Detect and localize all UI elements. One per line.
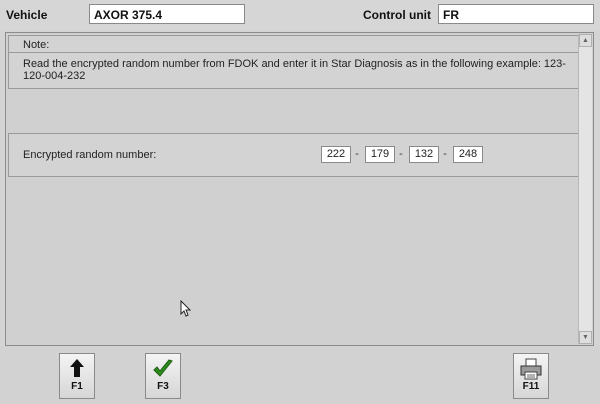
control-unit-label: Control unit <box>363 8 431 22</box>
f11-button[interactable]: F11 <box>513 353 549 399</box>
header-bar: Vehicle AXOR 375.4 Control unit FR <box>0 0 600 30</box>
f11-label: F11 <box>522 381 540 392</box>
encrypted-number-box: Encrypted random number: 222 - 179 - 132… <box>8 133 579 177</box>
vertical-scrollbar[interactable]: ▲ ▼ <box>578 34 592 344</box>
encrypted-number-label: Encrypted random number: <box>23 149 157 161</box>
function-key-toolbar: F1 F3 F11 <box>0 346 600 404</box>
vehicle-field[interactable]: AXOR 375.4 <box>89 4 245 24</box>
control-unit-field[interactable]: FR <box>438 4 594 24</box>
separator: - <box>443 148 447 160</box>
f1-label: F1 <box>71 381 83 392</box>
encrypted-segment-3[interactable]: 132 <box>409 146 439 163</box>
f1-button[interactable]: F1 <box>59 353 95 399</box>
printer-icon <box>514 358 548 380</box>
encrypted-segment-2[interactable]: 179 <box>365 146 395 163</box>
scroll-up-icon[interactable]: ▲ <box>579 34 592 47</box>
note-text: Read the encrypted random number from FD… <box>23 58 566 82</box>
note-title: Note: <box>9 36 578 53</box>
encrypted-segment-1[interactable]: 222 <box>321 146 351 163</box>
encrypted-segment-4[interactable]: 248 <box>453 146 483 163</box>
separator: - <box>355 148 359 160</box>
checkmark-icon <box>146 358 180 380</box>
vehicle-label: Vehicle <box>6 8 48 22</box>
f3-button[interactable]: F3 <box>145 353 181 399</box>
mouse-pointer-icon <box>180 300 192 317</box>
separator: - <box>399 148 403 160</box>
main-panel: Note: Read the encrypted random number f… <box>5 32 594 346</box>
f3-label: F3 <box>157 381 169 392</box>
arrow-up-icon <box>60 358 94 380</box>
note-box: Note: Read the encrypted random number f… <box>8 35 579 89</box>
scroll-down-icon[interactable]: ▼ <box>579 331 592 344</box>
